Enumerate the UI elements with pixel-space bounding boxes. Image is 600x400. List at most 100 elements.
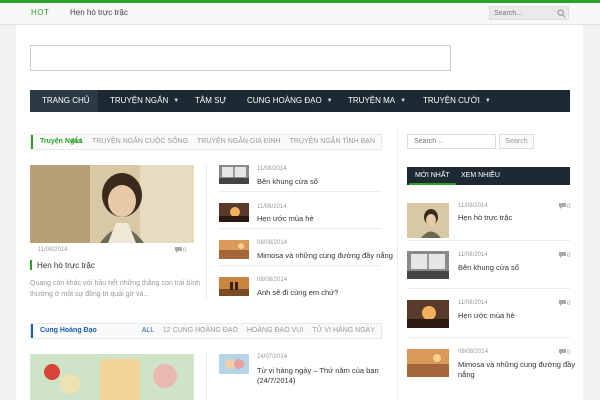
sidebar-tabs: MỚI NHẤT XEM NHIỀU [407, 167, 570, 185]
list-thumbnail[interactable] [219, 203, 249, 222]
sidebar-search-button[interactable]: Search [499, 134, 534, 149]
nav-item-tam-su[interactable]: TÂM SỰ [195, 90, 226, 112]
nav-item-truyen-ngan[interactable]: TRUYỆN NGẮN ▼ [110, 90, 179, 112]
featured-thumbnail[interactable] [30, 354, 194, 400]
hot-label: HOT [31, 8, 50, 17]
list-separator [219, 228, 381, 229]
list-item-title[interactable]: Hẹn ước mùa hè [257, 214, 314, 223]
sidebar-thumbnail[interactable] [407, 251, 449, 279]
list-thumbnail[interactable] [219, 240, 249, 259]
couple-photo-image [219, 277, 249, 296]
sidebar-thumbnail[interactable] [407, 203, 449, 238]
sunset-photo-image [219, 203, 249, 222]
header-banner-box [30, 45, 451, 71]
search-icon[interactable] [557, 9, 566, 18]
tab-moi-nhat[interactable]: MỚI NHẤT [409, 167, 456, 185]
column-divider [206, 352, 207, 400]
comment-count: 0 [567, 301, 571, 307]
sidebar-comment-count[interactable]: 0 [559, 300, 570, 307]
tab-truyen-ngan-cuoc-song[interactable]: TRUYỆN NGẮN CUỘC SỐNG [92, 138, 188, 145]
nav-label: TRUYỆN NGẮN [110, 96, 169, 105]
list-item-title[interactable]: Bên khung cửa sổ [257, 177, 318, 186]
comment-icon [175, 247, 182, 253]
sidebar-post-date: 11/08/2014 [458, 252, 488, 258]
list-item-date: 08/08/2014 [257, 277, 288, 283]
list-item-title[interactable]: Mimosa và những cung đường đầy nắng [257, 251, 393, 260]
tab-truyen-ngan-gia-dinh[interactable]: TRUYỆN NGẮN GIA ĐÌNH [197, 138, 281, 145]
road-photo-image [219, 240, 249, 259]
zodiac-photo-image [219, 354, 249, 374]
list-thumbnail[interactable] [219, 165, 249, 184]
nav-label: TRUYỆN MA [348, 96, 396, 105]
sidebar-comment-count[interactable]: 0 [559, 203, 570, 210]
section-title[interactable]: Cung Hoàng Đạo [31, 324, 97, 338]
list-separator [219, 265, 381, 266]
list-item-title-line1[interactable]: Tử vi hàng ngày – Thứ năm của bạn [257, 366, 379, 375]
chevron-down-icon: ▼ [400, 98, 407, 104]
window-photo-image [407, 251, 449, 279]
sidebar-comment-count[interactable]: 0 [559, 349, 570, 356]
list-item-title-line2[interactable]: (24/7/2014) [257, 376, 295, 385]
comment-count: 0 [183, 248, 187, 254]
list-thumbnail[interactable] [219, 354, 249, 374]
column-divider [206, 165, 207, 300]
sidebar-post-title[interactable]: Hẹn ước mùa hè [458, 311, 515, 320]
nav-item-truyen-ma[interactable]: TRUYỆN MA ▼ [348, 90, 406, 112]
top-bar: HOT Hẹn hò trực trặc [0, 0, 600, 25]
featured-thumbnail[interactable] [30, 165, 194, 243]
nav-item-cung-hoang-dao[interactable]: CUNG HOÀNG ĐẠO ▼ [247, 90, 333, 112]
section-tabs: ALL TRUYỆN NGẮN CUỘC SỐNG TRUYỆN NGẮN GI… [64, 135, 375, 149]
sidebar-thumbnail[interactable] [407, 349, 449, 377]
comment-count: 0 [567, 350, 571, 356]
list-thumbnail[interactable] [219, 277, 249, 296]
sidebar-post-title[interactable]: Hẹn hò trực trặc [458, 213, 512, 222]
list-separator [407, 288, 570, 289]
comment-icon [559, 300, 566, 306]
sidebar-divider [397, 130, 398, 400]
tab-hoang-dao-vui[interactable]: HOÀNG ĐẠO VUI [247, 327, 303, 334]
tab-all[interactable]: ALL [142, 327, 154, 334]
sidebar-thumbnail[interactable] [407, 300, 449, 328]
list-item-date: 08/08/2014 [257, 240, 288, 246]
featured-comment-count[interactable]: 0 [175, 247, 186, 254]
tab-truyen-ngan-tinh-ban[interactable]: TRUYỆN NGẮN TÌNH BẠN [290, 138, 375, 145]
road-photo-image [407, 349, 449, 377]
featured-excerpt: Quang còn khác với hầu hết những thằng c… [30, 280, 201, 298]
main-nav: TRANG CHỦ TRUYỆN NGẮN ▼ TÂM SỰ CUNG HOÀNG… [30, 90, 570, 112]
list-item-date: 24/07/2014 [257, 354, 288, 360]
featured-date: 11/08/2014 [38, 247, 68, 253]
sidebar-post-title[interactable]: Bên khung cửa sổ [458, 263, 519, 272]
list-item-title[interactable]: Anh sẽ đi cùng em chứ? [257, 288, 338, 297]
window-photo-image [219, 165, 249, 184]
chevron-down-icon: ▼ [484, 98, 491, 104]
list-separator [407, 240, 570, 241]
sidebar-post-date: 08/08/2014 [458, 349, 489, 355]
tab-tu-vi-hang-ngay[interactable]: TỬ VI HÀNG NGÀY [312, 327, 375, 334]
sidebar-search-input[interactable] [407, 134, 496, 149]
list-item-date: 11/08/2014 [257, 166, 287, 172]
list-item-date: 11/08/2014 [257, 204, 287, 210]
list-separator [407, 337, 570, 338]
nav-item-home[interactable]: TRANG CHỦ [30, 90, 98, 112]
tab-12-cung-hoang-dao[interactable]: 12 CUNG HOÀNG ĐẠO [163, 327, 238, 334]
sidebar-post-date: 11/08/2014 [458, 300, 488, 306]
boy-photo-image [30, 165, 194, 243]
hot-ticker-link[interactable]: Hẹn hò trực trặc [70, 8, 128, 17]
sunset-photo-image [407, 300, 449, 328]
tab-xem-nhieu[interactable]: XEM NHIỀU [455, 167, 506, 185]
list-separator [219, 191, 381, 192]
sidebar-post-title-line1[interactable]: Mimosa và những cung đường đầy [458, 360, 575, 369]
comment-count: 0 [567, 204, 571, 210]
tab-all[interactable]: ALL [71, 138, 83, 145]
comment-icon [559, 203, 566, 209]
sidebar-post-title-line2[interactable]: nắng [458, 370, 475, 379]
section-header-cung-hoang-dao: Cung Hoàng Đạo ALL 12 CUNG HOÀNG ĐẠO HOÀ… [30, 323, 382, 339]
nav-label: TÂM SỰ [195, 96, 227, 105]
sidebar-comment-count[interactable]: 0 [559, 252, 570, 259]
nav-label: TRUYỆN CƯỜI [423, 96, 480, 105]
nav-item-truyen-cuoi[interactable]: TRUYỆN CƯỜI ▼ [423, 90, 491, 112]
comment-icon [559, 252, 566, 258]
nav-label: TRANG CHỦ [42, 96, 90, 105]
cartoon-photo-image [30, 354, 194, 400]
featured-title-link[interactable]: Hẹn hò trực trặc [37, 261, 95, 270]
